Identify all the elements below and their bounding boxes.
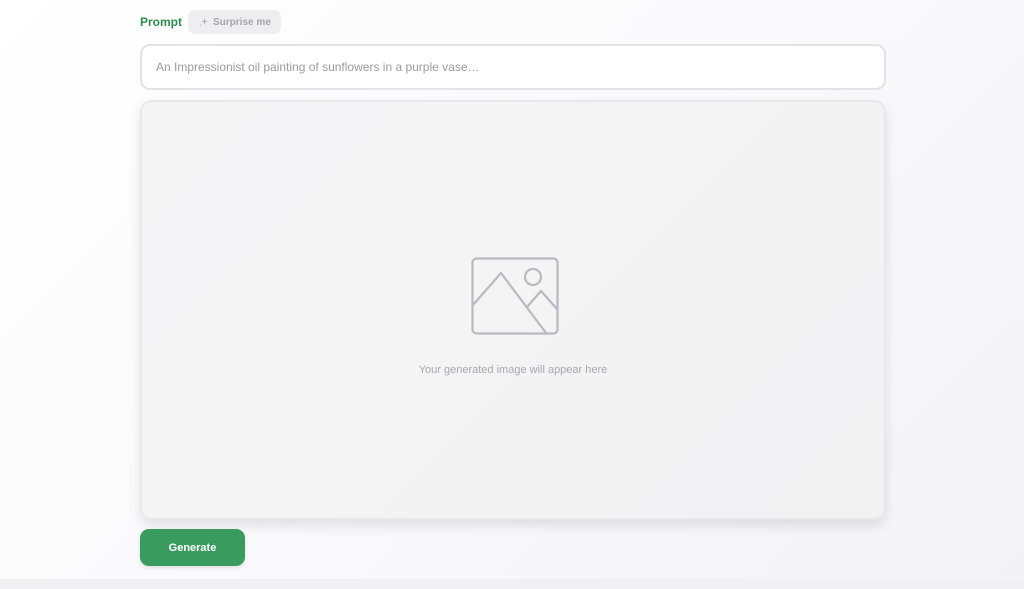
generate-button[interactable]: Generate — [140, 529, 245, 566]
image-placeholder-icon — [471, 257, 559, 335]
prompt-input[interactable] — [140, 44, 886, 90]
surprise-me-button[interactable]: Surprise me — [188, 10, 281, 34]
prompt-label: Prompt — [140, 15, 182, 29]
placeholder-text: Your generated image will appear here — [418, 364, 608, 376]
surprise-me-label: Surprise me — [213, 16, 271, 28]
bottom-strip — [0, 579, 1024, 589]
prompt-header: Prompt Surprise me — [140, 10, 281, 34]
sparkle-icon — [198, 17, 209, 28]
image-preview-panel: Your generated image will appear here — [140, 100, 886, 520]
